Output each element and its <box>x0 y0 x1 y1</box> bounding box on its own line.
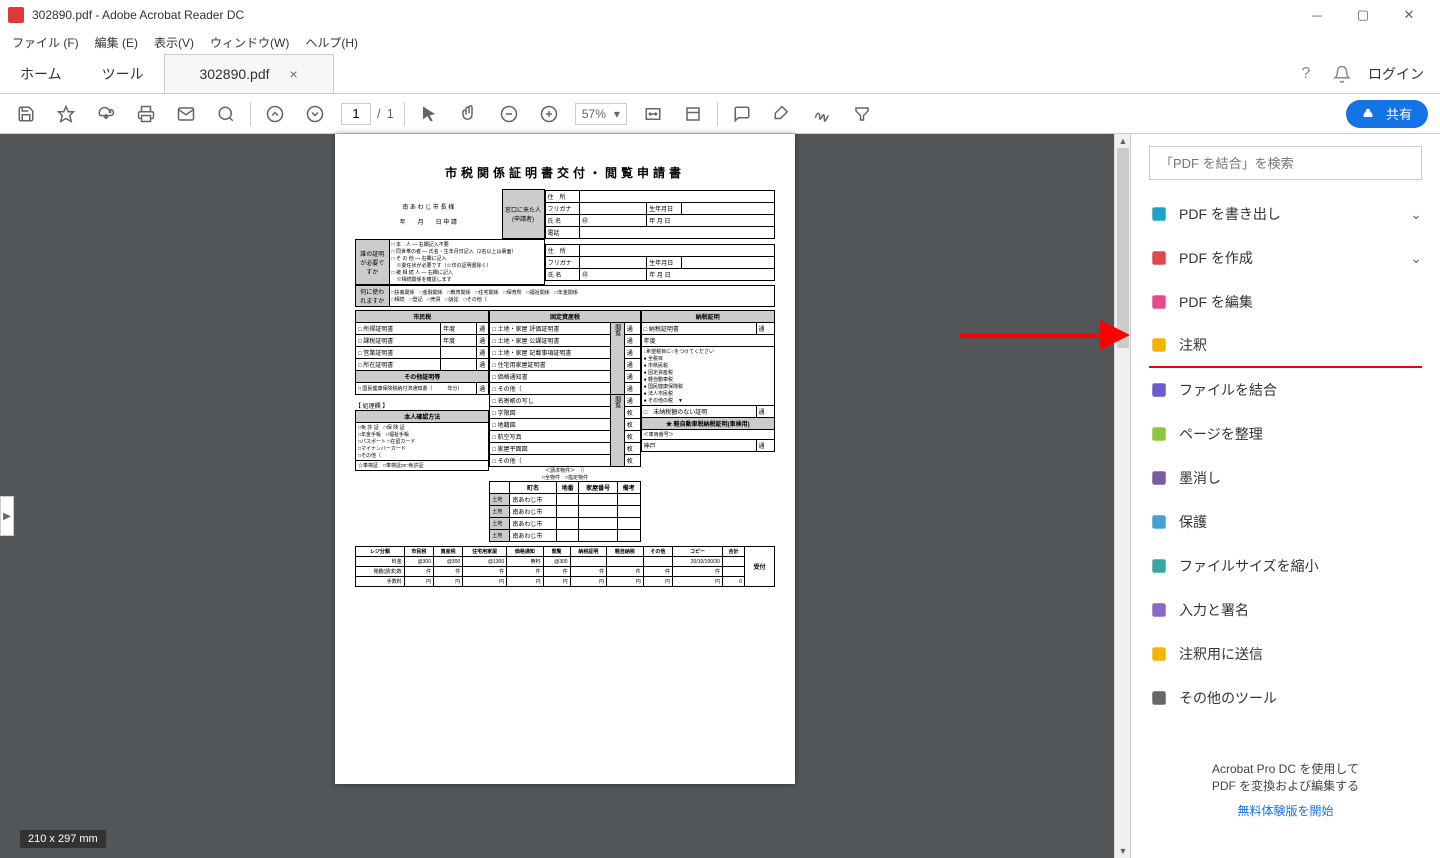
find-icon[interactable] <box>212 100 240 128</box>
titlebar: 302890.pdf - Adobe Acrobat Reader DC ─ ▢… <box>0 0 1440 30</box>
pdf-page: 市税関係証明書交付・閲覧申請書 南 あ わ じ 市 長 様 年 月 日 申 請 … <box>335 134 795 784</box>
tab-document-label: 302890.pdf <box>199 66 269 82</box>
tool-combine[interactable]: ファイルを結合 <box>1149 368 1422 412</box>
minimize-button[interactable]: ─ <box>1294 0 1340 30</box>
menu-file[interactable]: ファイル (F) <box>4 32 87 53</box>
tab-tools[interactable]: ツール <box>82 54 164 93</box>
menu-help[interactable]: ヘルプ(H) <box>297 32 366 53</box>
tool-label: 入力と署名 <box>1179 600 1422 620</box>
menu-view[interactable]: 表示(V) <box>146 32 202 53</box>
hand-icon[interactable] <box>455 100 483 128</box>
compress-icon <box>1149 556 1169 576</box>
tool-organize[interactable]: ページを整理 <box>1149 412 1422 456</box>
maximize-button[interactable]: ▢ <box>1340 0 1386 30</box>
tool-comment[interactable]: 注釈 <box>1149 324 1422 368</box>
tool-label: ページを整理 <box>1179 424 1422 444</box>
zoom-level[interactable]: 57%▾ <box>575 103 627 125</box>
tool-moretools[interactable]: その他のツール <box>1149 676 1422 720</box>
menu-window[interactable]: ウィンドウ(W) <box>202 32 297 53</box>
window-title: 302890.pdf - Adobe Acrobat Reader DC <box>32 8 1294 22</box>
select-icon[interactable] <box>415 100 443 128</box>
tool-label: ファイルサイズを縮小 <box>1179 556 1422 576</box>
tool-label: ファイルを結合 <box>1179 380 1422 400</box>
menu-edit[interactable]: 編集 (E) <box>87 32 146 53</box>
help-icon[interactable]: ? <box>1296 64 1316 84</box>
tab-close-icon[interactable]: × <box>290 66 298 82</box>
vertical-scrollbar[interactable]: ▲▼ <box>1114 134 1130 858</box>
email-icon[interactable] <box>172 100 200 128</box>
tool-label: 保護 <box>1179 512 1422 532</box>
organize-icon <box>1149 424 1169 444</box>
comment-icon <box>1149 335 1169 355</box>
share-button[interactable]: 共有 <box>1346 100 1428 128</box>
star-icon[interactable] <box>52 100 80 128</box>
create-icon <box>1149 248 1169 268</box>
fillsign-icon <box>1149 600 1169 620</box>
tool-export[interactable]: PDF を書き出し ⌄ <box>1149 192 1422 236</box>
save-icon[interactable] <box>12 100 40 128</box>
tool-protect[interactable]: 保護 <box>1149 500 1422 544</box>
free-trial-link[interactable]: 無料体験版を開始 <box>1149 802 1422 819</box>
tool-fillsign[interactable]: 入力と署名 <box>1149 588 1422 632</box>
fit-width-icon[interactable] <box>639 100 667 128</box>
cloud-icon[interactable] <box>92 100 120 128</box>
panel-footer: Acrobat Pro DC を使用して PDF を変換および編集する 無料体験… <box>1149 740 1422 819</box>
protect-icon <box>1149 512 1169 532</box>
tool-label: その他のツール <box>1179 688 1422 708</box>
tools-panel: PDF を書き出し ⌄ PDF を作成 ⌄ PDF を編集注釈ファイルを結合ページを整理… <box>1130 134 1440 858</box>
moretools-icon <box>1149 688 1169 708</box>
tool-label: 墨消し <box>1179 468 1422 488</box>
document-viewport[interactable]: ▶ 市税関係証明書交付・閲覧申請書 南 あ わ じ 市 長 様 年 月 日 申 … <box>0 134 1130 858</box>
tools-search-input[interactable] <box>1149 146 1422 180</box>
tool-redact[interactable]: 墨消し <box>1149 456 1422 500</box>
page-down-icon[interactable] <box>301 100 329 128</box>
sign-icon[interactable] <box>808 100 836 128</box>
notifications-icon[interactable] <box>1332 64 1352 84</box>
print-icon[interactable] <box>132 100 160 128</box>
tool-edit[interactable]: PDF を編集 <box>1149 280 1422 324</box>
tool-label: 注釈 <box>1179 335 1422 355</box>
signin-link[interactable]: ログイン <box>1368 64 1424 84</box>
menubar: ファイル (F) 編集 (E) 表示(V) ウィンドウ(W) ヘルプ(H) <box>0 30 1440 54</box>
close-window-button[interactable]: ✕ <box>1386 0 1432 30</box>
tab-row: ホーム ツール 302890.pdf × ? ログイン <box>0 54 1440 94</box>
stamp-icon[interactable] <box>848 100 876 128</box>
tool-sendcomment[interactable]: 注釈用に送信 <box>1149 632 1422 676</box>
zoom-out-icon[interactable] <box>495 100 523 128</box>
tab-document[interactable]: 302890.pdf × <box>164 54 334 93</box>
chevron-down-icon: ⌄ <box>1410 250 1422 267</box>
tool-compress[interactable]: ファイルサイズを縮小 <box>1149 544 1422 588</box>
page-current-input[interactable] <box>341 103 371 125</box>
tool-label: PDF を編集 <box>1179 292 1422 312</box>
edit-icon <box>1149 292 1169 312</box>
page-indicator: / 1 <box>341 103 394 125</box>
page-up-icon[interactable] <box>261 100 289 128</box>
app-icon <box>8 7 24 23</box>
redact-icon <box>1149 468 1169 488</box>
export-icon <box>1149 204 1169 224</box>
combine-icon <box>1149 380 1169 400</box>
page-total: 1 <box>387 106 394 121</box>
fit-page-icon[interactable] <box>679 100 707 128</box>
tool-create[interactable]: PDF を作成 ⌄ <box>1149 236 1422 280</box>
tool-label: 注釈用に送信 <box>1179 644 1422 664</box>
comment-icon[interactable] <box>728 100 756 128</box>
tool-label: PDF を作成 <box>1179 248 1400 268</box>
doc-title: 市税関係証明書交付・閲覧申請書 <box>355 164 775 181</box>
zoom-in-icon[interactable] <box>535 100 563 128</box>
expand-nav-pane[interactable]: ▶ <box>0 496 14 536</box>
highlight-icon[interactable] <box>768 100 796 128</box>
sendcomment-icon <box>1149 644 1169 664</box>
tool-label: PDF を書き出し <box>1179 204 1400 224</box>
chevron-down-icon: ⌄ <box>1410 206 1422 223</box>
tab-home[interactable]: ホーム <box>0 54 82 93</box>
toolbar: / 1 57%▾ 共有 <box>0 94 1440 134</box>
page-dimensions: 210 x 297 mm <box>20 830 106 848</box>
